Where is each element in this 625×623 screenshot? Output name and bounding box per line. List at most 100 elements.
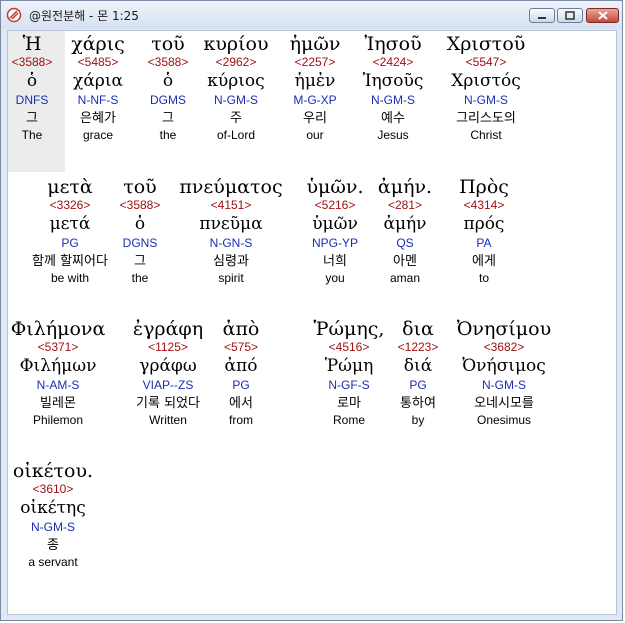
korean-gloss: 주 [230, 111, 242, 126]
greek-word: ὑμῶν. [306, 176, 364, 198]
english-gloss: by [411, 413, 425, 427]
maximize-icon [565, 11, 575, 20]
morphology-code: N-GM-S [31, 520, 75, 534]
main-window: @원전분해 - 몬 1:25 Ἡ <3588> ὁ DNFS 그 The χάρις <548… [0, 0, 623, 621]
strong-number: <5485> [77, 55, 119, 69]
interlinear-word[interactable]: δια <1223> διά PG 통하여 by [398, 318, 439, 427]
minimize-icon [538, 16, 546, 19]
korean-gloss: 기록 되었다 [136, 396, 200, 411]
interlinear-word[interactable]: Ἰησοῦ <2424> Ἰησοῦς N-GM-S 예수 Jesus [363, 33, 424, 142]
morphology-code: QS [396, 236, 414, 250]
english-gloss: of-Lord [216, 128, 256, 142]
interlinear-word[interactable]: Φιλήμονα <5371> Φιλήμων N-AM-S 빌레몬 Philemon [11, 318, 106, 427]
korean-gloss: 그 [26, 111, 38, 126]
greek-word: οἰκέτου. [12, 460, 94, 482]
korean-gloss: 우리 [303, 111, 327, 126]
interlinear-word[interactable]: Ῥώμης, <4516> Ῥώμη N-GF-S 로마 Rome [314, 318, 385, 427]
lemma: ὁ [162, 71, 174, 91]
lemma: πνεῦμα [199, 214, 263, 234]
morphology-code: PG [61, 236, 79, 250]
interlinear-word[interactable]: οἰκέτου. <3610> οἰκέτης N-GM-S 종 a servant [13, 460, 93, 569]
minimize-button[interactable] [529, 8, 555, 23]
morphology-code: N-GM-S [213, 93, 258, 107]
morphology-code: N-GM-S [482, 378, 526, 392]
interlinear-word[interactable]: ἐγράφη <1125> γράφω VIAP--ZS 기록 되었다 Written [133, 318, 203, 427]
greek-word: τοῦ [151, 33, 185, 55]
strong-number: <3588> [11, 55, 53, 69]
korean-gloss: 그리스도의 [456, 111, 516, 126]
interlinear-word[interactable]: κυρίου <2962> κύριος N-GM-S 주 of-Lord [203, 33, 268, 142]
english-gloss: from [228, 413, 253, 427]
lemma: Ἰησοῦς [362, 71, 424, 91]
korean-gloss: 아멘 [393, 254, 417, 269]
korean-gloss: 통하여 [400, 396, 436, 411]
greek-word: κυρίου [203, 33, 269, 55]
morphology-code: N-GN-S [209, 236, 253, 250]
interlinear-word[interactable]: μετὰ <3326> μετά PG 함께 할찌어다 be with [32, 176, 108, 285]
interlinear-word[interactable]: ἡμῶν <2257> ἡμἐν M-G-XP 우리 our [290, 33, 341, 142]
morphology-code: DGMS [150, 93, 186, 107]
korean-gloss: 빌레몬 [40, 396, 76, 411]
greek-word: Ἡ [22, 33, 42, 55]
morphology-code: PG [409, 378, 427, 392]
korean-gloss: 로마 [337, 396, 361, 411]
greek-word: Πρὸς [459, 176, 509, 198]
lemma: Φιλήμων [19, 356, 97, 376]
lemma: ὁ [134, 214, 146, 234]
greek-word: Φιλήμονα [10, 318, 106, 340]
strong-number: <1223> [397, 340, 439, 354]
greek-word: ἀμήν. [377, 176, 433, 198]
strong-number: <1125> [148, 340, 188, 354]
english-gloss: Jesus [377, 128, 409, 142]
korean-gloss: 에게 [472, 254, 496, 269]
interlinear-word[interactable]: χάρις <5485> χάρια N-NF-S 은혜가 grace [71, 33, 125, 142]
interlinear-word[interactable]: πνεύματος <4151> πνεῦμα N-GN-S 심령과 spirit [179, 176, 282, 285]
title-bar[interactable]: @원전분해 - 몬 1:25 [1, 1, 622, 29]
greek-word: μετὰ [47, 176, 93, 198]
english-gloss: a servant [28, 555, 78, 569]
korean-gloss: 예수 [381, 111, 405, 126]
greek-word: Ὀνησίμου [456, 318, 552, 340]
interlinear-word[interactable]: ἀμήν. <281> ἀμήν QS 아멘 aman [378, 176, 432, 285]
interlinear-word[interactable]: Χριστοῦ <5547> Χριστός N-GM-S 그리스도의 Christ [447, 33, 526, 142]
strong-number: <3588> [147, 55, 189, 69]
lemma: Χριστός [451, 71, 521, 91]
close-button[interactable] [586, 8, 619, 23]
greek-word: ἐγράφη [132, 318, 204, 340]
morphology-code: DNFS [15, 93, 49, 107]
morphology-code: VIAP--ZS [142, 378, 194, 392]
lemma: ὁ [26, 71, 38, 91]
strong-number: <4151> [210, 198, 252, 212]
english-gloss: our [306, 128, 324, 142]
korean-gloss: 그 [162, 111, 174, 126]
interlinear-word[interactable]: τοῦ <3588> ὁ DGMS 그 the [148, 33, 189, 142]
lemma: ἀμήν [383, 214, 427, 234]
greek-word: Χριστοῦ [446, 33, 526, 55]
lemma: γράφω [139, 356, 197, 376]
interlinear-word[interactable]: ἀπὸ <575> ἀπό PG 에서 from [223, 318, 260, 427]
interlinear-word[interactable]: τοῦ <3588> ὁ DGNS 그 the [120, 176, 161, 285]
morphology-code: N-NF-S [77, 93, 119, 107]
english-gloss: the [131, 271, 149, 285]
lemma: Ὀνήσιμος [462, 356, 546, 376]
greek-word: δια [402, 318, 434, 340]
strong-number: <5371> [37, 340, 79, 354]
interlinear-word[interactable]: Πρὸς <4314> πρός PA 에게 to [459, 176, 509, 285]
interlinear-word[interactable]: ὑμῶν. <5216> ὑμῶν NPG-YP 너희 you [307, 176, 364, 285]
morphology-code: N-AM-S [36, 378, 80, 392]
english-gloss: The [21, 128, 43, 142]
greek-word: ἀπὸ [222, 318, 260, 340]
lemma: πρός [463, 214, 505, 234]
maximize-button[interactable] [557, 8, 583, 23]
strong-number: <5216> [314, 198, 356, 212]
strong-number: <575> [223, 340, 259, 354]
english-gloss: to [478, 271, 490, 285]
korean-gloss: 함께 할찌어다 [32, 254, 108, 269]
interlinear-word[interactable]: Ὀνησίμου <3682> Ὀνήσιμος N-GM-S 오네시모를 Onesimu… [457, 318, 551, 427]
greek-word: Ῥώμης, [313, 318, 385, 340]
window-title: @원전분해 - 몬 1:25 [29, 9, 139, 23]
morphology-code: N-GF-S [328, 378, 370, 392]
interlinear-word[interactable]: Ἡ <3588> ὁ DNFS 그 The [12, 33, 53, 142]
app-icon [6, 7, 22, 23]
lemma: ἡμἐν [294, 71, 336, 91]
